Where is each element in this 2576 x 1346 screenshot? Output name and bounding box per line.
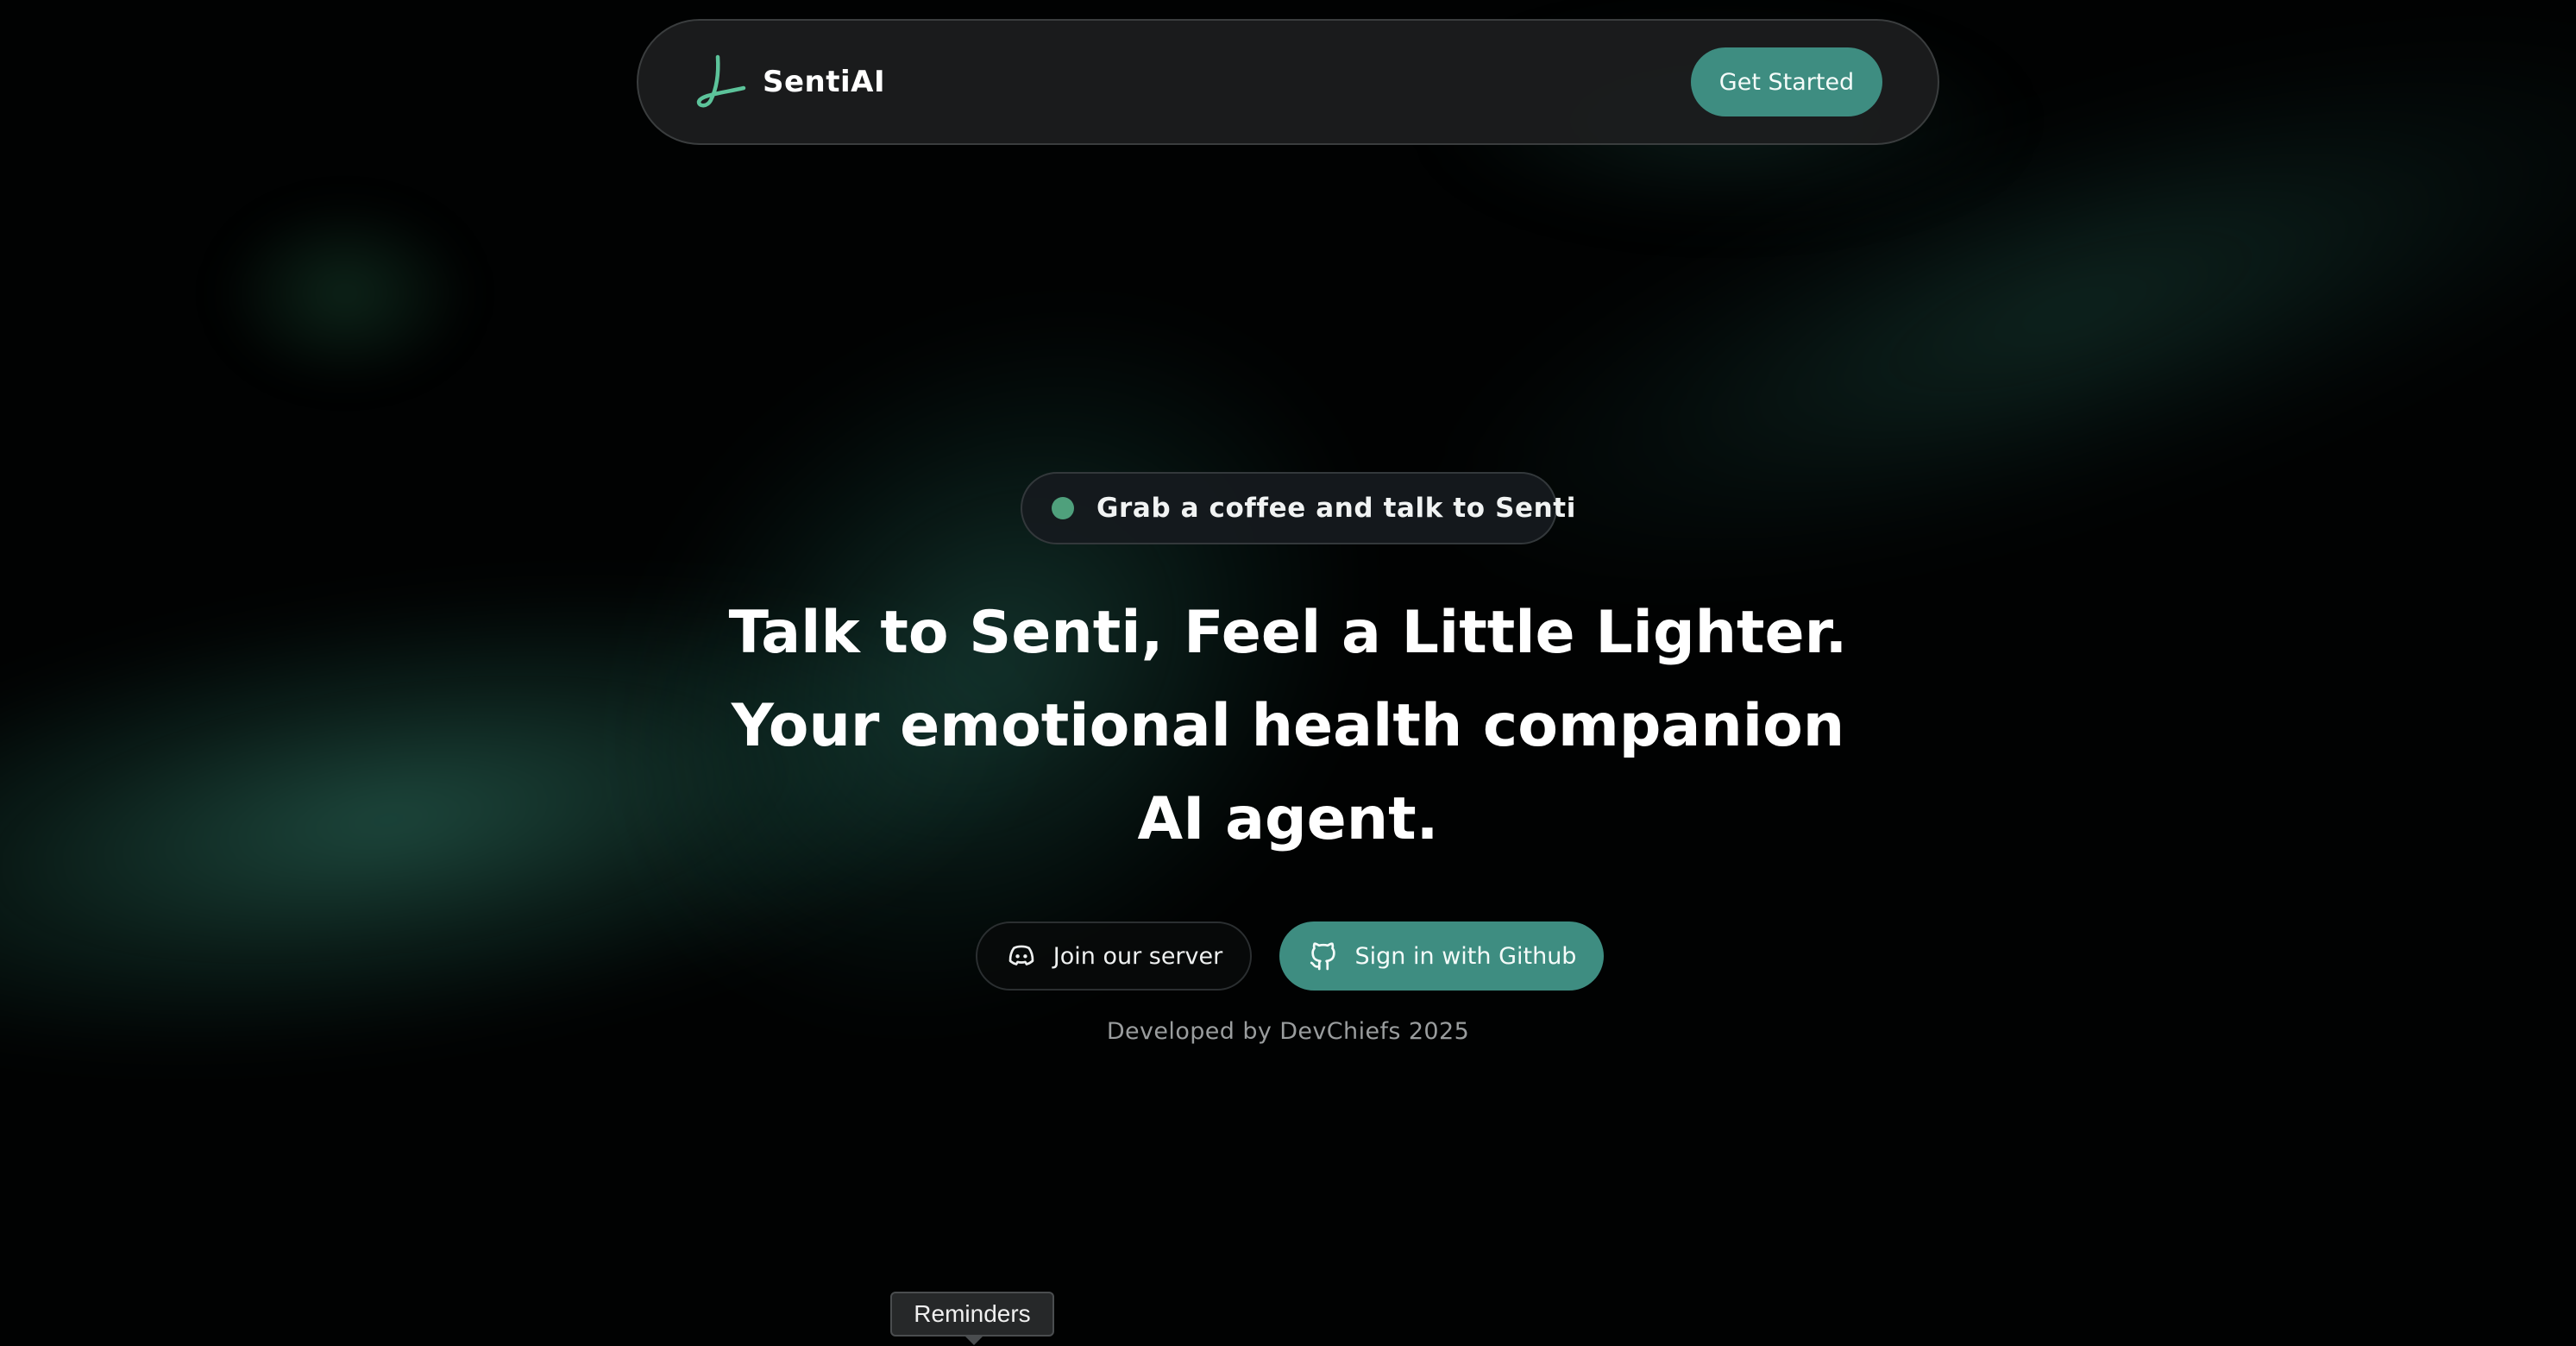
- announcement-badge: Grab a coffee and talk to Senti: [1021, 472, 1575, 544]
- headline-line-3: AI agent.: [1137, 785, 1439, 853]
- developer-credit: Developed by DevChiefs 2025: [1106, 1018, 1470, 1045]
- hero-headline: Talk to Senti, Feel a Little Lighter. Yo…: [512, 587, 2064, 866]
- join-server-button[interactable]: Join our server: [976, 921, 1252, 991]
- brand[interactable]: SentiAI: [695, 53, 885, 110]
- discord-icon: [1008, 945, 1034, 965]
- badge-text: Grab a coffee and talk to Senti: [1096, 493, 1576, 524]
- github-icon: [1310, 942, 1335, 971]
- landing-page: SentiAI Get Started Grab a coffee and ta…: [0, 0, 2576, 1346]
- get-started-button[interactable]: Get Started: [1691, 47, 1882, 116]
- sign-in-github-button[interactable]: Sign in with Github: [1279, 921, 1604, 991]
- headline-line-2: Your emotional health companion: [731, 692, 1845, 760]
- sign-in-github-label: Sign in with Github: [1354, 942, 1577, 970]
- reminders-tooltip: Reminders: [890, 1292, 1054, 1337]
- headline-line-1: Talk to Senti, Feel a Little Lighter.: [728, 599, 1848, 667]
- background-glow: [216, 198, 474, 388]
- tooltip-arrow-icon: [964, 1335, 984, 1345]
- status-dot-icon: [1052, 497, 1074, 519]
- top-nav-bar: SentiAI Get Started: [637, 19, 1939, 145]
- brand-name: SentiAI: [763, 65, 886, 99]
- hero-actions: Join our server Sign in with Github: [976, 921, 1604, 991]
- senti-logo-icon: [696, 54, 746, 108]
- join-server-label: Join our server: [1052, 942, 1223, 970]
